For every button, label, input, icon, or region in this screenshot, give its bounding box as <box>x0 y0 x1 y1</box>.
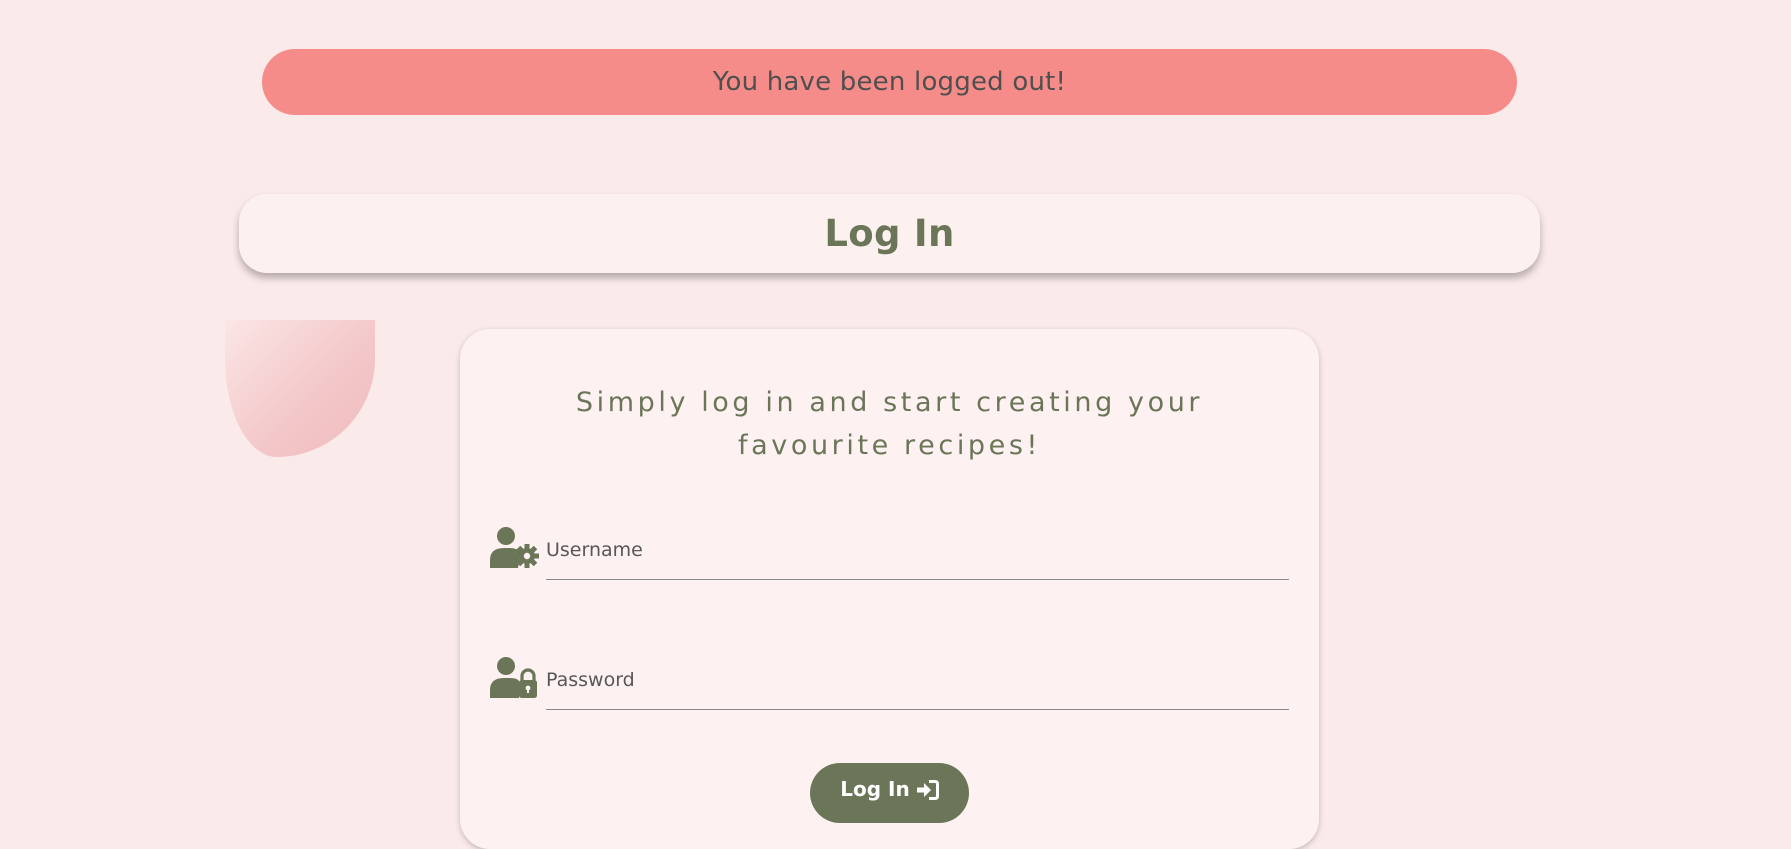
sign-in-icon <box>916 780 939 800</box>
password-field-row <box>490 656 1290 710</box>
user-lock-icon <box>490 656 540 700</box>
password-input[interactable] <box>546 658 1289 710</box>
username-input[interactable] <box>546 528 1289 580</box>
username-field-row <box>490 526 1290 580</box>
login-button[interactable]: Log In <box>810 763 969 823</box>
page-title: Log In <box>824 212 955 255</box>
login-button-label: Log In <box>840 777 910 801</box>
login-intro-text: Simply log in and start creating your fa… <box>575 387 1204 461</box>
logout-flash-message: You have been logged out! <box>262 49 1517 115</box>
user-gear-icon <box>490 526 540 570</box>
flash-message-text: You have been logged out! <box>712 67 1067 97</box>
decorative-leaf-shape <box>225 320 375 457</box>
login-card: Simply log in and start creating your fa… <box>460 329 1319 849</box>
page-title-bar: Log In <box>239 194 1540 273</box>
